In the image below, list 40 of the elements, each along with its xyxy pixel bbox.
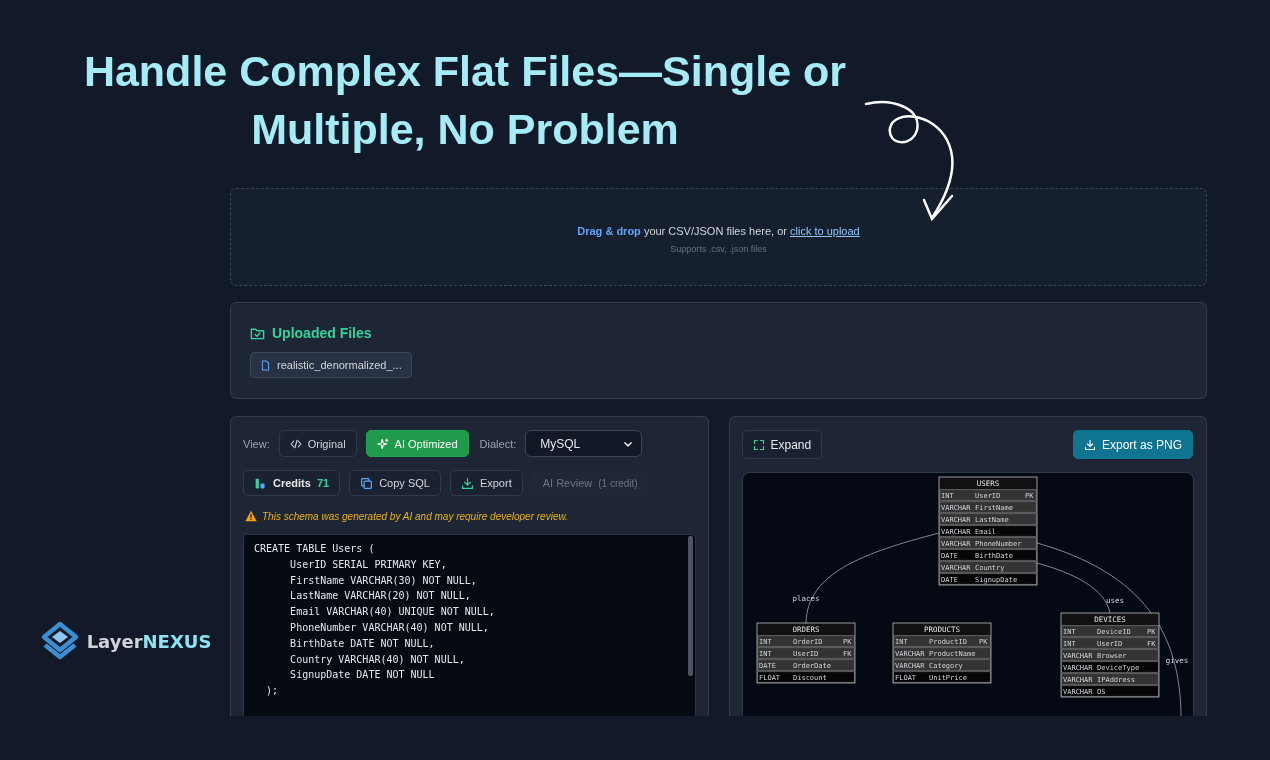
export-button[interactable]: Export	[449, 470, 523, 496]
copy-icon	[360, 476, 374, 490]
warning-icon	[245, 510, 257, 522]
section-title: Uploaded Files	[272, 325, 372, 341]
code-line: LastName VARCHAR(20) NOT NULL,	[289, 589, 472, 604]
export-png-button[interactable]: Export as PNG	[1072, 430, 1193, 459]
upload-link[interactable]: click to upload	[790, 224, 860, 237]
upload-dropzone[interactable]: Drag & drop your CSV/JSON files here, or click to upload Supports .csv, .json files	[230, 188, 1207, 286]
file-chip[interactable]: realistic_denormalized_...	[250, 352, 412, 378]
code-line: CREATE TABLE Users (	[254, 542, 376, 556]
headline: Handle Complex Flat Files—Single or Multiple, No Problem	[82, 46, 848, 155]
dialect-select[interactable]: MySQL	[525, 430, 643, 457]
code-line: Country VARCHAR(40) NOT NULL,	[289, 652, 466, 667]
sparkle-icon	[376, 437, 389, 450]
code-line: FirstName VARCHAR(30) NOT NULL,	[289, 573, 478, 588]
code-line: UserID SERIAL PRIMARY KEY,	[289, 557, 448, 572]
download-icon	[460, 476, 474, 490]
code-line: );	[265, 684, 280, 699]
view-toggle[interactable]: AI Optimized	[365, 430, 469, 457]
warning-message: This schema was generated by AI and may require developer review.	[262, 510, 568, 522]
supported-formats-hint: Supports .csv, .json files	[670, 243, 767, 254]
chart-icon	[254, 476, 267, 490]
view-toggle[interactable]: Original	[278, 430, 357, 457]
view-label: View:	[243, 437, 270, 450]
file-icon	[260, 359, 271, 371]
dialect-label: Dialect:	[479, 437, 517, 450]
code-icon	[289, 437, 302, 450]
download-icon	[1083, 438, 1096, 451]
logo-text: LayerNEXUS	[86, 630, 212, 652]
code-line: SignupDate DATE NOT NULL	[289, 668, 436, 683]
code-line: PhoneNumber VARCHAR(40) NOT NULL,	[289, 621, 490, 635]
code-line: BirthDate DATE NOT NULL,	[289, 636, 436, 651]
sql-editor[interactable]	[243, 534, 696, 716]
code-line: Email VARCHAR(40) UNIQUE NOT NULL,	[289, 605, 496, 620]
scrollbar[interactable]	[687, 536, 693, 676]
expand-icon	[752, 438, 765, 451]
copy-sql-button[interactable]: Copy SQL	[349, 470, 441, 496]
upload-instructions: Drag & drop your CSV/JSON files here, or click to upload	[577, 224, 860, 237]
credits-button[interactable]: Credits 71	[243, 470, 341, 496]
expand-button[interactable]: Expand	[741, 430, 823, 459]
